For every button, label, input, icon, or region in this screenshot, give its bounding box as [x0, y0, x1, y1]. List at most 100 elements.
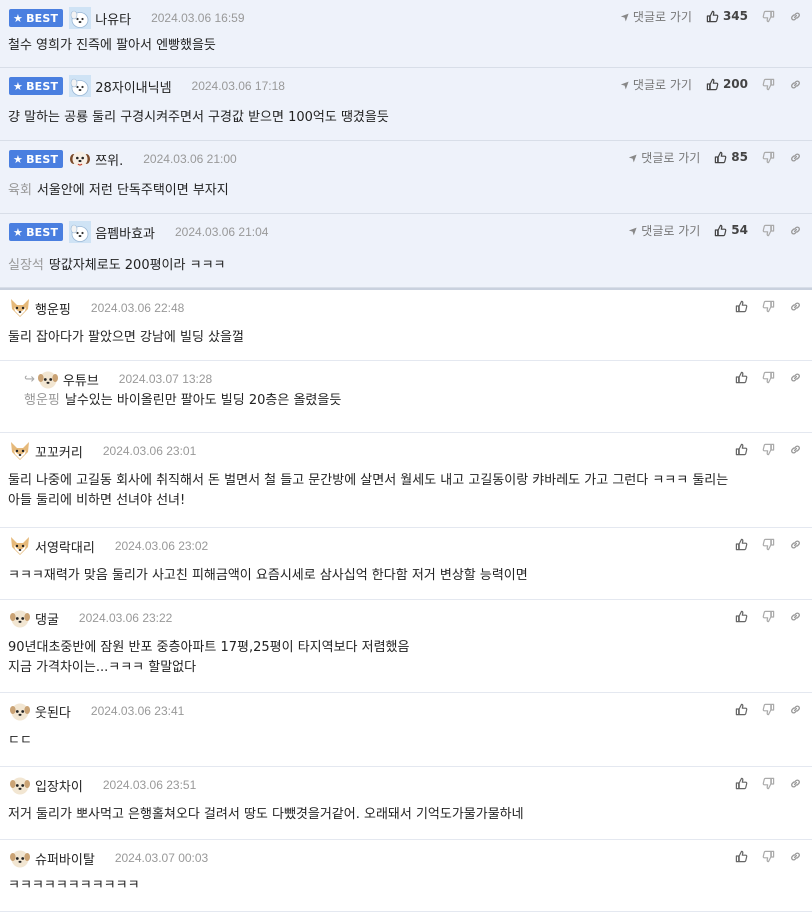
round-dog-avatar[interactable] — [9, 700, 31, 722]
mention[interactable]: 행운핑 — [24, 393, 60, 408]
downvote-button[interactable] — [762, 371, 775, 384]
fox-avatar[interactable] — [9, 297, 31, 319]
comment-line: 걍 말하는 공룡 둘리 구경시켜주면서 구경값 받으면 100억도 땡겼을듯 — [8, 108, 802, 128]
comment-meta: ★ BEST 쯔위. 2024.03.06 21:00 — [0, 149, 237, 169]
white-dog-avatar[interactable] — [69, 221, 92, 243]
downvote-button[interactable] — [762, 538, 775, 551]
goto-comment-link[interactable]: ➤ 댓글로 가기 — [617, 8, 691, 25]
nickname[interactable]: 웃된다 — [35, 702, 71, 721]
downvote-button[interactable] — [762, 610, 775, 623]
fox-avatar[interactable] — [9, 440, 31, 462]
mention[interactable]: 실장석 — [8, 258, 44, 273]
downvote-button[interactable] — [762, 10, 775, 23]
nickname[interactable]: 28자이내닉넴 — [95, 77, 171, 96]
downvote-button[interactable] — [762, 224, 775, 237]
goto-comment-link[interactable]: ➤ 댓글로 가기 — [626, 149, 701, 166]
best-badge: ★ BEST — [9, 223, 64, 241]
upvote-button[interactable]: 54 — [714, 223, 748, 237]
upvote-button[interactable] — [735, 443, 748, 456]
nickname[interactable]: 음펨바효과 — [95, 223, 155, 242]
comment-meta: ↪ 우튜브 2024.03.07 13:28 — [0, 369, 212, 389]
upvote-button[interactable] — [735, 610, 748, 623]
comment-actions — [735, 441, 802, 457]
comment-actions — [735, 775, 802, 791]
comment-line: 지금 가격차이는...ㅋㅋㅋ 할말없다 — [8, 658, 802, 678]
send-arrow-icon: ➤ — [617, 8, 634, 24]
thumbs-up-icon — [735, 300, 748, 313]
thumbs-up-icon — [735, 703, 748, 716]
best-badge: ★ BEST — [9, 77, 64, 95]
link-icon — [789, 538, 802, 551]
comment-text: 저거 둘리가 뽀사먹고 은행홀쳐오다 걸려서 땅도 다뺐겻을거같어. 오래돼서 … — [8, 807, 524, 822]
nickname[interactable]: 꼬꼬커리 — [35, 442, 83, 461]
fox-avatar[interactable] — [9, 535, 31, 557]
copy-link-button[interactable] — [789, 777, 802, 790]
upvote-button[interactable] — [735, 300, 748, 313]
downvote-button[interactable] — [762, 703, 775, 716]
round-dog-avatar[interactable] — [9, 847, 31, 869]
upvote-button[interactable] — [735, 538, 748, 551]
goto-label: 댓글로 가기 — [641, 150, 701, 165]
goto-comment-link[interactable]: ➤ 댓글로 가기 — [617, 76, 691, 93]
comment-body: 육회 서울안에 저런 단독주택이면 부자지 — [8, 181, 802, 201]
comment-body: 행운핑 날수있는 바이올린만 팔아도 빌딩 20층은 올렸을듯 — [24, 391, 802, 411]
comment-list: ★ BEST 나유타 2024.03.06 16:59 ➤ 댓글로 가기 345 철수 영희가… — [0, 0, 812, 912]
comment-text: 둘리 나중에 고길동 회사에 취직해서 돈 벌면서 철 들고 문간방에 살면서 … — [8, 473, 729, 488]
upvote-button[interactable]: 200 — [706, 77, 748, 91]
nickname[interactable]: 우튜브 — [63, 370, 99, 389]
comment: 서영락대리 2024.03.06 23:02 ㅋㅋㅋ재력가 맞음 둘리가 사고친 피… — [0, 528, 812, 600]
downvote-button[interactable] — [762, 300, 775, 313]
comment-text: 둘리 잡아다가 팔았으면 강남에 빌딩 샀을껄 — [8, 330, 244, 345]
comment-date: 2024.03.06 22:48 — [90, 301, 185, 315]
upvote-button[interactable] — [735, 703, 748, 716]
comment-date: 2024.03.06 16:59 — [151, 11, 245, 25]
comment-meta: 댕굴 2024.03.06 23:22 — [0, 608, 172, 628]
nickname[interactable]: 입장차이 — [35, 776, 83, 795]
comment-body: 둘리 나중에 고길동 회사에 취직해서 돈 벌면서 철 들고 문간방에 살면서 … — [8, 471, 802, 511]
thumbs-up-icon — [735, 371, 748, 384]
copy-link-button[interactable] — [789, 78, 802, 91]
downvote-button[interactable] — [762, 151, 775, 164]
copy-link-button[interactable] — [789, 538, 802, 551]
copy-link-button[interactable] — [789, 224, 802, 237]
like-count: 85 — [731, 150, 748, 164]
comment-text: 날수있는 바이올린만 팔아도 빌딩 20층은 올렸을듯 — [64, 393, 342, 408]
copy-link-button[interactable] — [789, 703, 802, 716]
nickname[interactable]: 슈퍼바이탈 — [35, 849, 95, 868]
goto-comment-link[interactable]: ➤ 댓글로 가기 — [626, 222, 700, 239]
comment-line: 둘리 잡아다가 팔았으면 강남에 빌딩 샀을껄 — [8, 328, 802, 348]
copy-link-button[interactable] — [789, 443, 802, 456]
nickname[interactable]: 쯔위. — [95, 150, 123, 169]
round-dog-avatar[interactable] — [9, 607, 31, 629]
downvote-button[interactable] — [762, 777, 775, 790]
like-count: 345 — [722, 9, 748, 23]
comment-line: 둘리 나중에 고길동 회사에 취직해서 돈 벌면서 철 들고 문간방에 살면서 … — [8, 471, 802, 491]
downvote-button[interactable] — [762, 850, 775, 863]
round-dog-avatar[interactable] — [9, 774, 31, 796]
upvote-button[interactable] — [735, 371, 748, 384]
copy-link-button[interactable] — [789, 300, 802, 313]
comment-meta: 행운핑 2024.03.06 22:48 — [0, 298, 184, 318]
copy-link-button[interactable] — [789, 10, 802, 23]
comment-date: 2024.03.06 23:41 — [90, 704, 185, 718]
upvote-button[interactable] — [735, 850, 748, 863]
nickname[interactable]: 서영락대리 — [35, 537, 95, 556]
copy-link-button[interactable] — [789, 850, 802, 863]
round-dog-avatar[interactable] — [37, 368, 59, 390]
white-dog-avatar[interactable] — [69, 75, 92, 97]
copy-link-button[interactable] — [789, 610, 802, 623]
downvote-button[interactable] — [762, 78, 775, 91]
downvote-button[interactable] — [762, 443, 775, 456]
copy-link-button[interactable] — [789, 151, 802, 164]
upvote-button[interactable] — [735, 777, 748, 790]
copy-link-button[interactable] — [789, 371, 802, 384]
white-dog-avatar[interactable] — [69, 7, 92, 29]
nickname[interactable]: 나유타 — [95, 9, 131, 28]
upvote-button[interactable]: 85 — [714, 150, 748, 164]
nickname[interactable]: 댕굴 — [35, 609, 59, 628]
mention[interactable]: 육회 — [8, 183, 32, 198]
nickname[interactable]: 행운핑 — [35, 299, 71, 318]
upvote-button[interactable]: 345 — [706, 9, 748, 23]
puppy-avatar[interactable] — [69, 148, 91, 170]
comment-line: ㄷㄷ — [8, 731, 802, 751]
